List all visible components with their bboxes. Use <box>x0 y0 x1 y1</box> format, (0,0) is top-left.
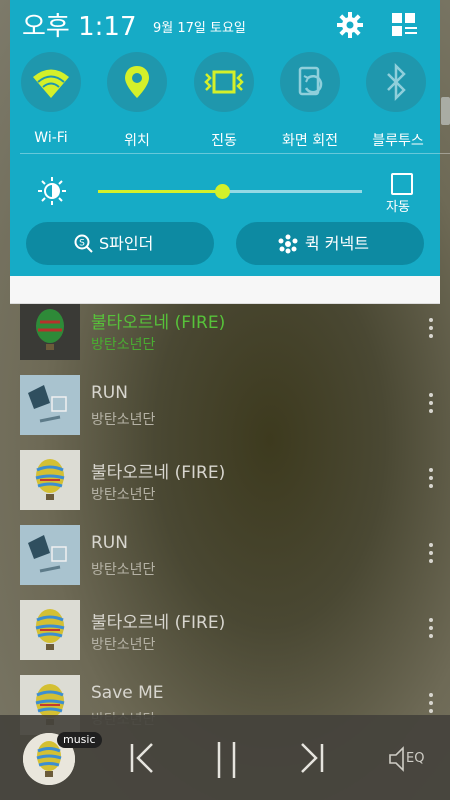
brightness-slider-fill <box>98 190 223 193</box>
album-thumbnail <box>20 600 80 660</box>
wifi-icon <box>33 69 69 98</box>
vibrate-label: 진동 <box>211 133 237 149</box>
song-title: RUN <box>91 383 128 403</box>
next-track-icon[interactable] <box>296 740 326 776</box>
auto-brightness-checkbox[interactable] <box>391 173 413 195</box>
more-options-icon[interactable] <box>428 393 434 417</box>
list-item[interactable]: 불타오르네 (FIRE) 방탄소년단 <box>0 300 450 375</box>
song-title: 불타오르네 (FIRE) <box>91 463 226 483</box>
auto-brightness-label: 자동 <box>386 200 410 215</box>
location-icon <box>125 66 149 98</box>
vibrate-toggle[interactable] <box>194 52 254 112</box>
quick-connect-icon <box>278 234 298 254</box>
bluetooth-toggle[interactable] <box>366 52 426 112</box>
s-finder-button[interactable]: S S파인더 <box>26 222 214 265</box>
list-item[interactable]: RUN 방탄소년단 <box>0 375 450 450</box>
s-finder-label: S파인더 <box>99 234 154 253</box>
status-time: 오후 1:17 <box>22 12 137 42</box>
album-thumbnail <box>20 525 80 585</box>
more-options-icon[interactable] <box>428 468 434 492</box>
brightness-icon <box>38 177 66 205</box>
brightness-slider-thumb[interactable] <box>215 184 231 199</box>
album-thumbnail <box>20 375 80 435</box>
divider <box>20 153 450 154</box>
quick-connect-button[interactable]: 퀵 커넥트 <box>236 222 424 265</box>
location-toggle[interactable] <box>107 52 167 112</box>
list-item[interactable]: 불타오르네 (FIRE) 방탄소년단 <box>0 600 450 675</box>
song-artist: 방탄소년단 <box>91 637 156 653</box>
song-title: 불타오르네 (FIRE) <box>91 313 226 333</box>
location-label: 위치 <box>124 133 150 149</box>
equalizer-button[interactable]: EQ <box>388 745 432 773</box>
panel-bottom-edge <box>10 276 440 304</box>
song-title: 불타오르네 (FIRE) <box>91 613 226 633</box>
gear-icon[interactable] <box>336 11 364 39</box>
album-thumbnail <box>20 450 80 510</box>
notification-panel: 오후 1:17 9월 17일 토요일 Wi-Fi 위치 진동 화면 회전 블루투… <box>10 0 450 276</box>
quick-connect-label: 퀵 커넥트 <box>305 234 369 253</box>
rotate-icon <box>298 66 323 96</box>
album-thumbnail <box>20 300 80 360</box>
brightness-slider[interactable] <box>98 184 362 199</box>
more-options-icon[interactable] <box>428 318 434 342</box>
mini-player: music EQ <box>0 715 450 800</box>
speaker-icon <box>389 746 404 772</box>
bluetooth-label: 블루투스 <box>372 133 424 149</box>
wifi-toggle[interactable] <box>21 52 81 112</box>
song-artist: 방탄소년단 <box>91 337 156 353</box>
song-artist: 방탄소년단 <box>91 562 156 578</box>
music-app-badge: music <box>57 732 102 748</box>
more-options-icon[interactable] <box>428 618 434 642</box>
more-options-icon[interactable] <box>428 543 434 567</box>
song-title: Save ME <box>91 683 164 703</box>
pause-icon[interactable] <box>214 740 240 780</box>
s-finder-icon: S <box>74 234 93 253</box>
song-title: RUN <box>91 533 128 553</box>
list-item[interactable]: 불타오르네 (FIRE) 방탄소년단 <box>0 450 450 525</box>
song-artist: 방탄소년단 <box>91 412 156 428</box>
more-options-icon[interactable] <box>428 693 434 717</box>
song-artist: 방탄소년단 <box>91 487 156 503</box>
vibrate-icon <box>204 70 244 94</box>
edge-panel-handle[interactable] <box>441 97 450 125</box>
rotate-label: 화면 회전 <box>282 133 338 149</box>
eq-label: EQ <box>406 751 425 766</box>
previous-track-icon[interactable] <box>128 740 158 776</box>
wifi-label: Wi-Fi <box>34 130 68 146</box>
svg-text:S: S <box>79 239 85 249</box>
edit-tiles-icon[interactable] <box>391 12 419 38</box>
bluetooth-icon <box>387 62 406 102</box>
status-date: 9월 17일 토요일 <box>153 21 246 36</box>
list-item[interactable]: RUN 방탄소년단 <box>0 525 450 600</box>
rotate-toggle[interactable] <box>280 52 340 112</box>
